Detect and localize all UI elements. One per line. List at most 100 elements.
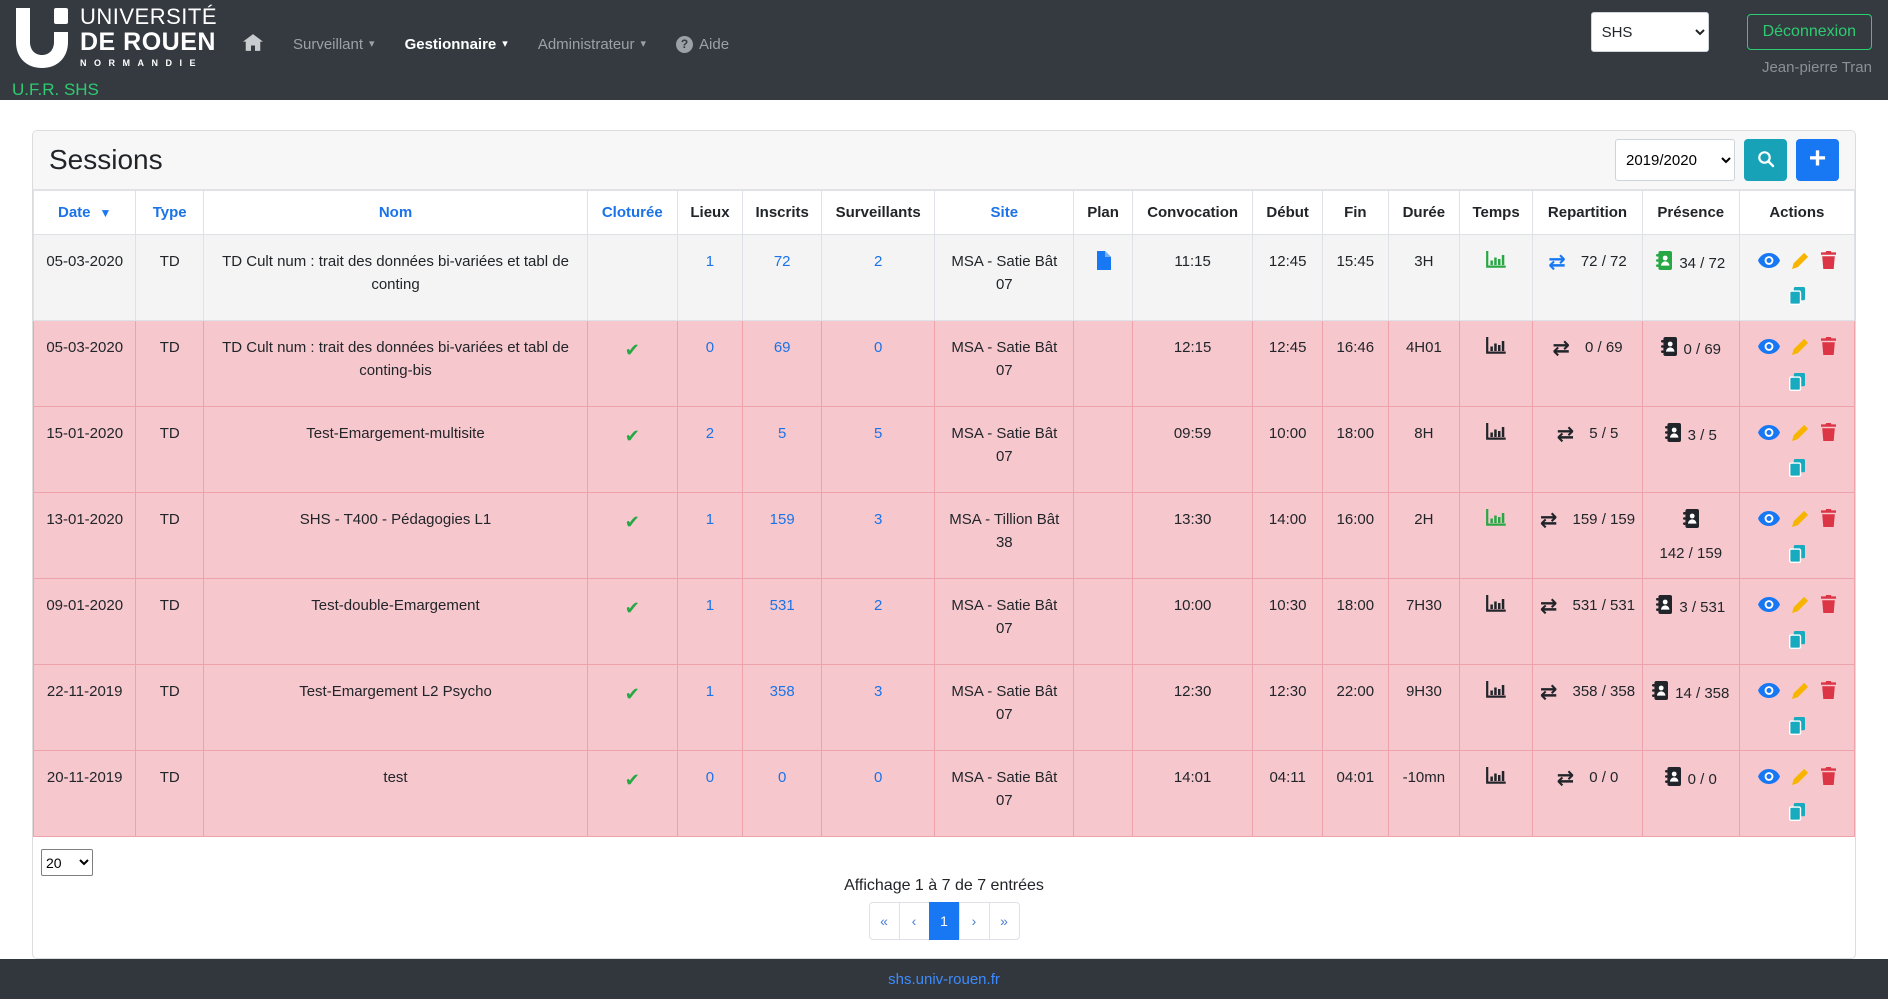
address-book-icon[interactable] bbox=[1665, 767, 1681, 794]
cell-presence: 14 / 358 bbox=[1642, 665, 1739, 751]
surveillants-link[interactable]: 5 bbox=[874, 425, 882, 442]
duplicate-button[interactable] bbox=[1789, 459, 1805, 485]
view-button[interactable] bbox=[1758, 683, 1780, 706]
pagination-last[interactable]: » bbox=[989, 902, 1020, 940]
column-header-nom[interactable]: Nom bbox=[204, 191, 588, 235]
column-header-type[interactable]: Type bbox=[136, 191, 204, 235]
duplicate-button[interactable] bbox=[1789, 717, 1805, 743]
exchange-icon[interactable]: ⇄ bbox=[1557, 424, 1575, 445]
surveillants-link[interactable]: 3 bbox=[874, 511, 882, 528]
inscrits-link[interactable]: 72 bbox=[774, 253, 791, 270]
eye-icon bbox=[1758, 597, 1780, 620]
lieux-link[interactable]: 1 bbox=[706, 597, 714, 614]
menu-aide[interactable]: ? Aide bbox=[676, 36, 729, 53]
page-size-select[interactable]: 20 bbox=[41, 849, 93, 876]
surveillants-link[interactable]: 0 bbox=[874, 769, 882, 786]
edit-button[interactable] bbox=[1792, 338, 1809, 363]
edit-button[interactable] bbox=[1792, 768, 1809, 793]
delete-button[interactable] bbox=[1821, 767, 1836, 793]
duplicate-button[interactable] bbox=[1789, 373, 1805, 399]
edit-button[interactable] bbox=[1792, 252, 1809, 277]
inscrits-link[interactable]: 358 bbox=[770, 683, 795, 700]
chart-bar-icon[interactable] bbox=[1486, 337, 1506, 354]
surveillants-link[interactable]: 0 bbox=[874, 339, 882, 356]
menu-administrateur[interactable]: Administrateur ▾ bbox=[538, 36, 646, 53]
lieux-link[interactable]: 0 bbox=[706, 339, 714, 356]
cell-plan bbox=[1074, 493, 1133, 579]
view-button[interactable] bbox=[1758, 597, 1780, 620]
surveillants-link[interactable]: 2 bbox=[874, 253, 882, 270]
pagination-first[interactable]: « bbox=[869, 902, 900, 940]
chart-bar-icon[interactable] bbox=[1486, 681, 1506, 698]
lieux-link[interactable]: 2 bbox=[706, 425, 714, 442]
delete-button[interactable] bbox=[1821, 251, 1836, 277]
view-button[interactable] bbox=[1758, 425, 1780, 448]
view-button[interactable] bbox=[1758, 339, 1780, 362]
edit-button[interactable] bbox=[1792, 510, 1809, 535]
chart-bar-icon[interactable] bbox=[1486, 767, 1506, 784]
address-book-icon[interactable] bbox=[1656, 595, 1672, 622]
chart-bar-icon[interactable] bbox=[1486, 251, 1506, 268]
search-button[interactable] bbox=[1744, 139, 1787, 181]
chart-bar-icon[interactable] bbox=[1486, 595, 1506, 612]
home-button[interactable] bbox=[243, 34, 263, 55]
address-book-icon[interactable] bbox=[1661, 337, 1677, 364]
site-select[interactable]: SHS bbox=[1591, 12, 1709, 52]
delete-button[interactable] bbox=[1821, 337, 1836, 363]
pagination-page-1[interactable]: 1 bbox=[929, 902, 960, 940]
column-header-cloturée[interactable]: Cloturée bbox=[587, 191, 677, 235]
edit-button[interactable] bbox=[1792, 424, 1809, 449]
cell-type: TD bbox=[136, 321, 204, 407]
inscrits-link[interactable]: 69 bbox=[774, 339, 791, 356]
delete-button[interactable] bbox=[1821, 681, 1836, 707]
delete-button[interactable] bbox=[1821, 509, 1836, 535]
view-button[interactable] bbox=[1758, 253, 1780, 276]
address-book-icon[interactable] bbox=[1683, 509, 1699, 536]
cell-temps bbox=[1460, 407, 1533, 493]
address-book-icon[interactable] bbox=[1652, 681, 1668, 708]
chart-bar-icon[interactable] bbox=[1486, 423, 1506, 440]
plan-file-icon[interactable] bbox=[1096, 251, 1111, 270]
pagination-next[interactable]: › bbox=[959, 902, 990, 940]
lieux-link[interactable]: 1 bbox=[706, 511, 714, 528]
column-header-site[interactable]: Site bbox=[935, 191, 1074, 235]
delete-button[interactable] bbox=[1821, 595, 1836, 621]
cell-repartition: ⇄531 / 531 bbox=[1533, 579, 1643, 665]
menu-surveillant[interactable]: Surveillant ▾ bbox=[293, 36, 375, 53]
chart-bar-icon[interactable] bbox=[1486, 509, 1506, 526]
exchange-icon[interactable]: ⇄ bbox=[1552, 338, 1570, 359]
surveillants-link[interactable]: 3 bbox=[874, 683, 882, 700]
duplicate-button[interactable] bbox=[1789, 545, 1805, 571]
inscrits-link[interactable]: 0 bbox=[778, 769, 786, 786]
view-button[interactable] bbox=[1758, 511, 1780, 534]
pagination-prev[interactable]: ‹ bbox=[899, 902, 930, 940]
exchange-icon[interactable]: ⇄ bbox=[1557, 768, 1575, 789]
edit-button[interactable] bbox=[1792, 682, 1809, 707]
exchange-icon[interactable]: ⇄ bbox=[1540, 596, 1558, 617]
surveillants-link[interactable]: 2 bbox=[874, 597, 882, 614]
inscrits-link[interactable]: 5 bbox=[778, 425, 786, 442]
column-header-date[interactable]: Date▼ bbox=[34, 191, 136, 235]
logout-button[interactable]: Déconnexion bbox=[1747, 14, 1872, 50]
exchange-icon[interactable]: ⇄ bbox=[1548, 252, 1566, 273]
lieux-link[interactable]: 1 bbox=[706, 683, 714, 700]
brand[interactable]: UNIVERSITÉ DE ROUEN NORMANDIE U.F.R. SHS bbox=[12, 6, 217, 100]
address-book-icon[interactable] bbox=[1665, 423, 1681, 450]
inscrits-link[interactable]: 159 bbox=[770, 511, 795, 528]
delete-button[interactable] bbox=[1821, 423, 1836, 449]
view-button[interactable] bbox=[1758, 769, 1780, 792]
footer-link[interactable]: shs.univ-rouen.fr bbox=[888, 971, 1000, 988]
duplicate-button[interactable] bbox=[1789, 287, 1805, 313]
exchange-icon[interactable]: ⇄ bbox=[1540, 682, 1558, 703]
address-book-icon[interactable] bbox=[1656, 251, 1672, 278]
duplicate-button[interactable] bbox=[1789, 631, 1805, 657]
edit-button[interactable] bbox=[1792, 596, 1809, 621]
lieux-link[interactable]: 0 bbox=[706, 769, 714, 786]
exchange-icon[interactable]: ⇄ bbox=[1540, 510, 1558, 531]
year-select[interactable]: 2019/2020 bbox=[1615, 139, 1735, 181]
add-session-button[interactable]: + bbox=[1796, 139, 1839, 181]
lieux-link[interactable]: 1 bbox=[706, 253, 714, 270]
menu-gestionnaire[interactable]: Gestionnaire ▾ bbox=[405, 36, 508, 53]
inscrits-link[interactable]: 531 bbox=[770, 597, 795, 614]
duplicate-button[interactable] bbox=[1789, 803, 1805, 829]
